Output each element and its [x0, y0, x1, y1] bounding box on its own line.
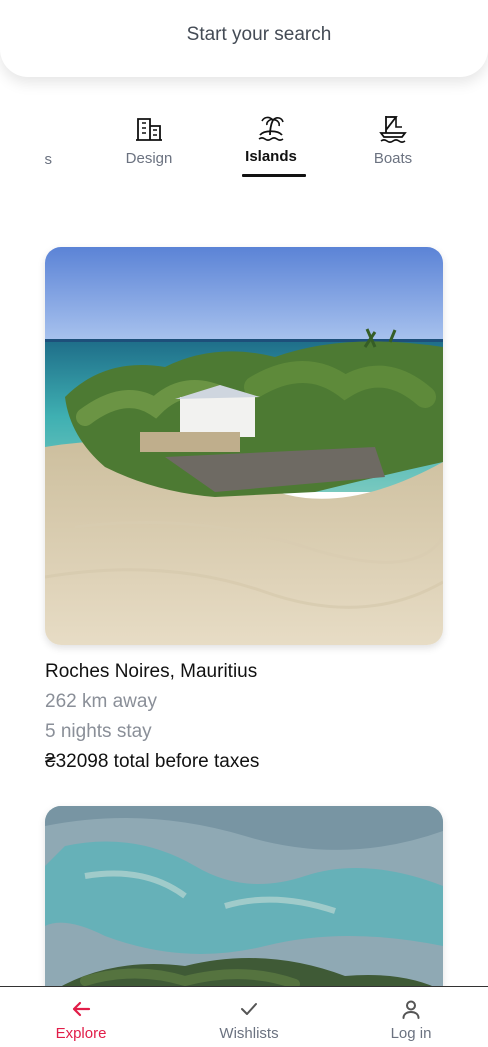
listing-photo[interactable] [45, 247, 443, 645]
category-label: Design [125, 150, 173, 167]
category-islands[interactable]: Islands [229, 108, 313, 177]
category-boats[interactable]: Boats [351, 108, 435, 167]
category-label: Islands [245, 148, 297, 165]
nav-label: Log in [390, 1025, 432, 1042]
arrow-left-icon [72, 1001, 91, 1017]
building-icon [136, 118, 162, 141]
listing-stay: 5 nights stay [45, 721, 152, 742]
island-photo [45, 247, 443, 645]
active-tab-underline [242, 174, 306, 177]
check-icon [241, 1003, 257, 1015]
nav-login[interactable]: Log in [351, 997, 471, 1042]
search-bar[interactable]: Start your search [0, 0, 488, 77]
category-partial[interactable]: s [0, 151, 53, 168]
palm-island-icon [258, 116, 284, 141]
search-placeholder: Start your search [186, 23, 332, 45]
listing-location: Roches Noires, Mauritius [45, 661, 258, 682]
bottom-nav: Explore Wishlists Log in [0, 986, 488, 1047]
listing-info[interactable]: Roches Noires, Mauritius 262 km away 5 n… [45, 657, 445, 777]
nav-wishlists[interactable]: Wishlists [189, 997, 309, 1042]
category-design[interactable]: Design [107, 108, 191, 167]
nav-label: Explore [55, 1025, 107, 1042]
nav-label: Wishlists [219, 1025, 279, 1042]
user-icon [402, 1000, 420, 1019]
listing-distance: 262 km away [45, 691, 157, 712]
nav-explore[interactable]: Explore [21, 997, 141, 1042]
listing-price: ₴32098 total before taxes [45, 751, 260, 772]
category-bar: Design Islands Boats [0, 108, 488, 188]
category-label: Boats [373, 150, 413, 167]
sailboat-icon [379, 116, 407, 143]
